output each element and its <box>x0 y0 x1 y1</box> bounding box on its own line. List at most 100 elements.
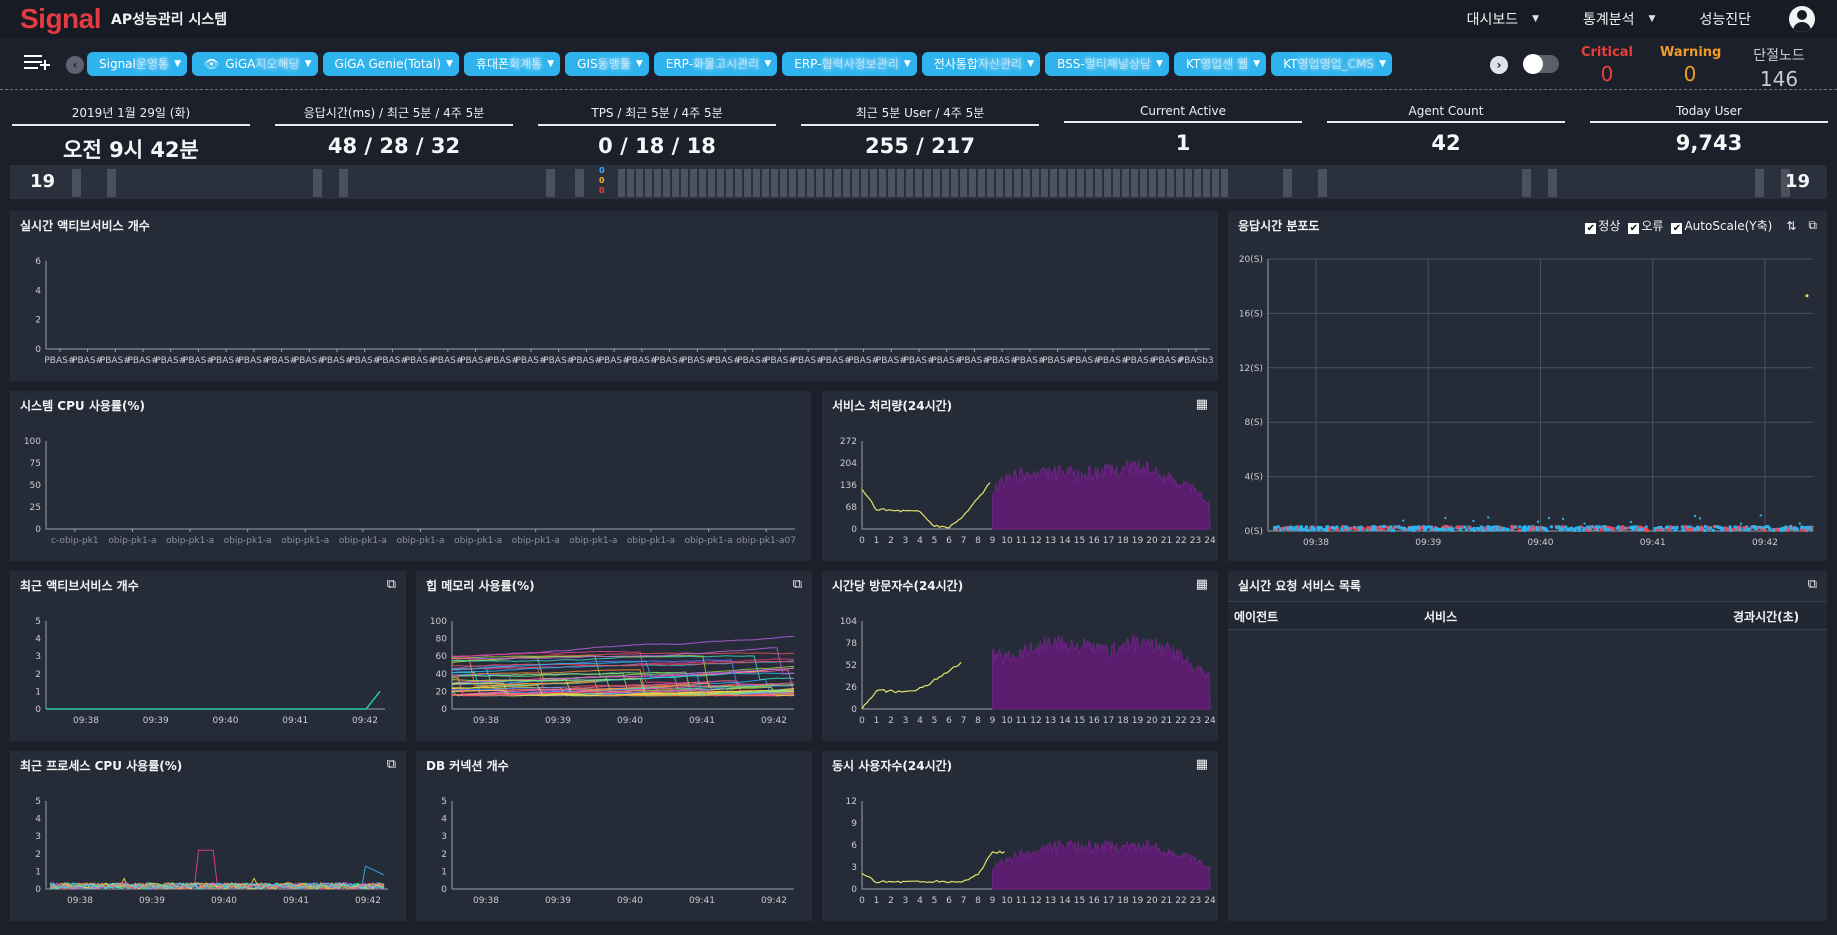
agent-group-chip[interactable]: GiGA Genie(Total) ▼ <box>322 52 459 76</box>
x-tick-label: 09:42 <box>355 896 381 906</box>
agent-group-chip[interactable]: 👁 GiGA지오해당 ▼ <box>192 52 318 76</box>
chevron-down-icon[interactable]: ▼ <box>1027 52 1034 76</box>
kpi-card: Agent Count 42 <box>1327 104 1565 155</box>
chevron-down-icon[interactable]: ▼ <box>305 52 312 76</box>
status-critical[interactable]: Critical 0 <box>1580 45 1634 86</box>
filter-autoscale[interactable]: ✔ AutoScale(Y축) <box>1671 217 1772 234</box>
x-tick-label: 12 <box>1030 896 1041 906</box>
normal-point <box>1698 517 1701 520</box>
chevron-down-icon[interactable]: ▼ <box>1253 52 1260 76</box>
category-label: PBAS# <box>765 356 796 366</box>
nav-dashboard[interactable]: 대시보드 ▼ <box>1467 9 1539 29</box>
today-line <box>861 482 991 529</box>
agent-timeline[interactable]: 19 0 0 0 19 <box>10 165 1827 199</box>
normal-point <box>1759 514 1762 517</box>
sort-icon[interactable]: ⇅ <box>1786 219 1796 233</box>
error-point <box>1700 528 1704 532</box>
y-tick-label: 0 <box>851 885 857 895</box>
divider <box>0 89 1837 90</box>
x-tick-label: 23 <box>1190 716 1201 726</box>
agent-group-chip[interactable]: ERP-협력사정보관리 ▼ <box>782 52 917 76</box>
expand-icon[interactable]: ⧉ <box>1808 218 1817 233</box>
x-tick-label: 09:42 <box>761 716 787 726</box>
panel-title: 시스템 CPU 사용률(%) <box>20 399 145 413</box>
realtime-toggle[interactable] <box>1523 54 1559 74</box>
scroll-right-icon[interactable]: › <box>1490 56 1508 74</box>
agent-group-chip[interactable]: 전사통합자산관리 ▼ <box>921 52 1041 76</box>
expand-icon[interactable]: ⧉ <box>1808 577 1817 592</box>
x-tick-label: 1 <box>874 716 880 726</box>
panel-title: 최근 프로세스 CPU 사용률(%) <box>20 759 183 773</box>
calendar-icon[interactable]: ▦ <box>1196 397 1208 412</box>
agent-group-chip[interactable]: GIS동맹툴 ▼ <box>565 52 649 76</box>
calendar-icon[interactable]: ▦ <box>1196 757 1208 772</box>
column-agent[interactable]: 에이전트 <box>1234 608 1278 625</box>
expand-icon[interactable]: ⧉ <box>387 757 396 772</box>
category-label: PBAS# <box>321 356 352 366</box>
agent-group-chip[interactable]: KT영업센 웹 ▼ <box>1173 52 1267 76</box>
scroll-left-icon[interactable]: ‹ <box>66 56 84 74</box>
status-critical-value: 0 <box>1600 62 1614 86</box>
normal-point <box>1472 519 1475 522</box>
x-tick-label: 17 <box>1103 716 1114 726</box>
checkbox-icon: ✔ <box>1671 223 1683 234</box>
app-logo[interactable]: Signal <box>20 3 102 35</box>
expand-icon[interactable]: ⧉ <box>793 577 802 592</box>
y-tick-label: 80 <box>436 635 448 645</box>
status-down-node[interactable]: 단절노드 146 <box>1747 45 1811 91</box>
agent-group-chip[interactable]: 휴대폰회계통 ▼ <box>463 52 561 76</box>
calendar-icon[interactable]: ▦ <box>1196 577 1208 592</box>
timeline-block <box>1283 169 1292 197</box>
error-point <box>1774 528 1778 532</box>
menu-add-icon[interactable] <box>24 52 50 74</box>
chip-label-redacted: 자산관리 <box>977 57 1023 71</box>
filter-normal[interactable]: ✔ 정상 <box>1585 217 1620 234</box>
y-tick-label: 0 <box>35 345 41 355</box>
timeline-dense-blocks <box>618 169 1228 197</box>
chevron-down-icon[interactable]: ▼ <box>904 52 911 76</box>
visitors-chart: 02652781040 1 2 3 4 5 6 7 8 9 10 11 12 13 14 15 16 17 18 19… <box>840 617 1216 726</box>
status-warning[interactable]: Warning 0 <box>1660 45 1721 86</box>
category-label: PBAS# <box>848 356 879 366</box>
agent-group-chip[interactable]: Signal운영통 ▼ <box>87 52 187 76</box>
status-down-label: 단절노드 <box>1753 48 1805 64</box>
normal-point <box>1568 527 1572 531</box>
normal-point <box>1322 528 1326 532</box>
category-label: PBAS# <box>931 356 962 366</box>
nav-statistics[interactable]: 통계분석 ▼ <box>1583 9 1655 29</box>
panel-request-list: 실시간 요청 서비스 목록 ⧉ 에이전트 서비스 경과시간(초) <box>1228 571 1827 921</box>
chevron-down-icon[interactable]: ▼ <box>547 52 554 76</box>
chevron-down-icon[interactable]: ▼ <box>1379 52 1386 76</box>
normal-point <box>1451 527 1455 531</box>
error-point <box>1600 528 1604 532</box>
agent-group-chip[interactable]: BSS-멀티채널상담 ▼ <box>1045 52 1169 76</box>
y-tick-label: 1 <box>35 687 41 697</box>
x-tick-label: 13 <box>1045 536 1056 546</box>
column-service[interactable]: 서비스 <box>1424 608 1457 625</box>
column-elapsed[interactable]: 경과시간(초) <box>1733 608 1799 625</box>
normal-point <box>1711 528 1715 532</box>
chevron-down-icon[interactable]: ▼ <box>174 52 181 76</box>
x-tick-label: 6 <box>946 716 952 726</box>
agent-group-chip[interactable]: ERP-화물고시관리 ▼ <box>653 52 778 76</box>
x-tick-label: 24 <box>1204 896 1216 906</box>
normal-point <box>1407 526 1411 530</box>
chevron-down-icon[interactable]: ▼ <box>1156 52 1163 76</box>
expand-icon[interactable]: ⧉ <box>387 577 396 592</box>
eye-icon[interactable]: 👁 <box>204 57 219 71</box>
chevron-down-icon[interactable]: ▼ <box>636 52 643 76</box>
error-point <box>1328 526 1332 530</box>
filter-error[interactable]: ✔ 오류 <box>1628 217 1663 234</box>
x-tick-label: 23 <box>1190 896 1201 906</box>
chevron-down-icon[interactable]: ▼ <box>446 52 453 76</box>
nav-dashboard-label: 대시보드 <box>1466 12 1519 28</box>
error-point <box>1763 528 1767 532</box>
chevron-down-icon[interactable]: ▼ <box>764 52 771 76</box>
kpi-label: Today User <box>1590 104 1828 123</box>
nav-diagnosis[interactable]: 성능진단 <box>1699 9 1751 29</box>
chip-label-redacted: 멀티채널상담 <box>1084 57 1151 71</box>
toggle-knob <box>1523 54 1543 74</box>
y-tick-label: 60 <box>436 652 448 662</box>
agent-group-chip[interactable]: KT영업영업_CMS ▼ <box>1271 52 1392 76</box>
user-avatar-icon[interactable] <box>1789 6 1815 32</box>
